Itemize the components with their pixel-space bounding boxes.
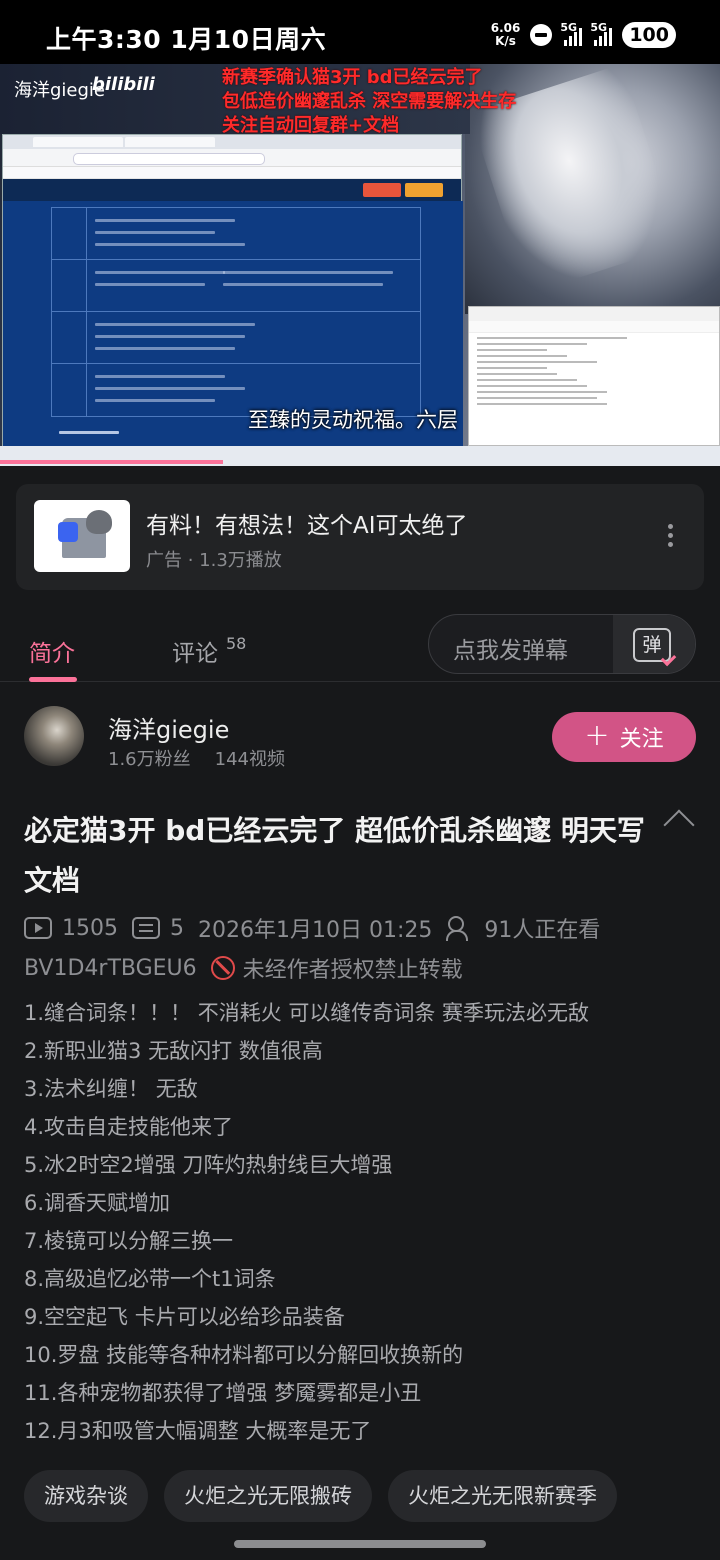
play-count-icon (24, 917, 52, 939)
chevron-up-icon[interactable] (663, 809, 695, 841)
ad-card[interactable]: 有料！有想法！这个AI可太绝了 广告 · 1.3万播放 (16, 484, 704, 590)
tab-intro[interactable]: 简介 (29, 634, 75, 668)
plus-icon: + (584, 717, 610, 753)
video-overlay-text: 新赛季确认猫3开 bd已经云完了 包低造价幽邃乱杀 深空需要解决生存 关注自动回… (222, 66, 516, 138)
ad-subtitle: 广告 · 1.3万播放 (146, 550, 282, 571)
overlay-line-1: 新赛季确认猫3开 bd已经云完了 (222, 67, 483, 88)
status-bar: 上午3:30 1月10日周六 6.06 K/s 5G 5G 100 (0, 0, 720, 64)
signal-label-2: 5G (590, 21, 608, 34)
danmaku-toggle-button[interactable]: 弹 (613, 615, 695, 673)
signal-label: 5G (560, 21, 578, 34)
video-title: 必定猫3开 bd已经云完了 超低价乱杀幽邃 明天写文档 (24, 814, 645, 897)
status-icons: 6.06 K/s 5G 5G 100 (491, 20, 676, 50)
content-tabs: 简介 评论 58 点我发弹幕 弹 (0, 610, 720, 682)
copyright-notice: 未经作者授权禁止转载 (242, 958, 463, 983)
avatar[interactable] (24, 706, 84, 766)
author-stats: 1.6万粉丝 144视频 (108, 745, 309, 771)
description-line: 11.各种宠物都获得了增强 梦魇雾都是小丑 (24, 1381, 422, 1405)
description-line: 9.空空起飞 卡片可以必给珍品装备 (24, 1305, 345, 1329)
video-progress-bar[interactable] (0, 460, 223, 464)
ad-thumbnail (34, 500, 130, 572)
watching-icon (446, 916, 476, 941)
description-line: 12.月3和吸管大幅调整 大概率是无了 (24, 1419, 372, 1443)
description-line: 2.新职业猫3 无敌闪打 数值很高 (24, 1039, 323, 1063)
author-videos: 144视频 (214, 749, 285, 770)
danmaku-icon: 弹 (633, 628, 671, 662)
bilibili-logo: bilibili (92, 74, 155, 95)
description-line: 7.棱镜可以分解三换一 (24, 1229, 234, 1253)
tag-chip[interactable]: 游戏杂谈 (24, 1470, 148, 1522)
do-not-disturb-icon (530, 24, 553, 46)
video-player[interactable]: 海洋giegie bilibili 新赛季确认猫3开 bd已经云完了 包低造价幽… (0, 64, 720, 466)
danmaku-placeholder: 点我发弹幕 (453, 638, 568, 664)
description-line: 3.法术纠缠！ 无敌 (24, 1077, 198, 1101)
follow-button[interactable]: + 关注 (552, 712, 696, 762)
danmaku-input[interactable]: 点我发弹幕 弹 (428, 614, 696, 674)
home-indicator[interactable] (234, 1540, 486, 1548)
view-count: 1505 (62, 915, 118, 941)
overlay-line-2: 包低造价幽邃乱杀 深空需要解决生存 (222, 91, 517, 112)
tab-active-indicator (29, 677, 77, 682)
description-line: 6.调香天赋增加 (24, 1191, 171, 1215)
description-line: 1.缝合词条！！！ 不消耗火 可以缝传奇词条 赛季玩法必无敌 (24, 1001, 590, 1025)
no-repost-icon (210, 956, 235, 980)
video-notepad-capture (468, 306, 720, 446)
battery-indicator: 100 (622, 22, 676, 48)
description-line: 4.攻击自走技能他来了 (24, 1115, 234, 1139)
description-line: 5.冰2时空2增强 刀阵灼热射线巨大增强 (24, 1153, 393, 1177)
author-fans: 1.6万粉丝 (108, 749, 191, 770)
network-speed-unit: K/s (495, 34, 516, 48)
bvid[interactable]: BV1D4rTBGEU6 (24, 956, 197, 981)
follow-label: 关注 (619, 727, 664, 752)
video-meta: 1505 5 2026年1月10日 01:25 91人正在看 (24, 912, 600, 944)
tag-list: 游戏杂谈 火炬之光无限搬砖 火炬之光无限新赛季 (24, 1470, 617, 1522)
tab-comments[interactable]: 评论 (172, 634, 218, 668)
signal-icon-2: 5G (590, 21, 613, 46)
tag-chip[interactable]: 火炬之光无限搬砖 (164, 1470, 372, 1522)
tag-chip[interactable]: 火炬之光无限新赛季 (388, 1470, 617, 1522)
danmaku-count: 5 (170, 915, 184, 941)
watching-count: 91人正在看 (484, 918, 601, 943)
description-list: 1.缝合词条！！！ 不消耗火 可以缝传奇词条 赛季玩法必无敌 2.新职业猫3 无… (24, 994, 704, 1450)
ai-logo-icon (58, 522, 78, 542)
network-speed: 6.06 K/s (491, 22, 521, 48)
video-meta-2: BV1D4rTBGEU6 未经作者授权禁止转载 (24, 952, 463, 984)
video-subtitle: 至臻的灵动祝福。六层 (248, 408, 458, 432)
more-options-icon[interactable] (668, 524, 674, 548)
status-time: 上午3:30 1月10日周六 (46, 25, 327, 54)
signal-icon: 5G (560, 21, 583, 46)
description-line: 8.高级追忆必带一个t1词条 (24, 1267, 276, 1291)
description-line: 10.罗盘 技能等各种材料都可以分解回收换新的 (24, 1343, 464, 1367)
ad-title: 有料！有想法！这个AI可太绝了 (146, 513, 468, 539)
publish-date: 2026年1月10日 01:25 (198, 918, 433, 943)
author-name[interactable]: 海洋giegie (108, 710, 229, 745)
danmaku-count-icon (132, 917, 160, 939)
comments-count: 58 (226, 634, 247, 653)
